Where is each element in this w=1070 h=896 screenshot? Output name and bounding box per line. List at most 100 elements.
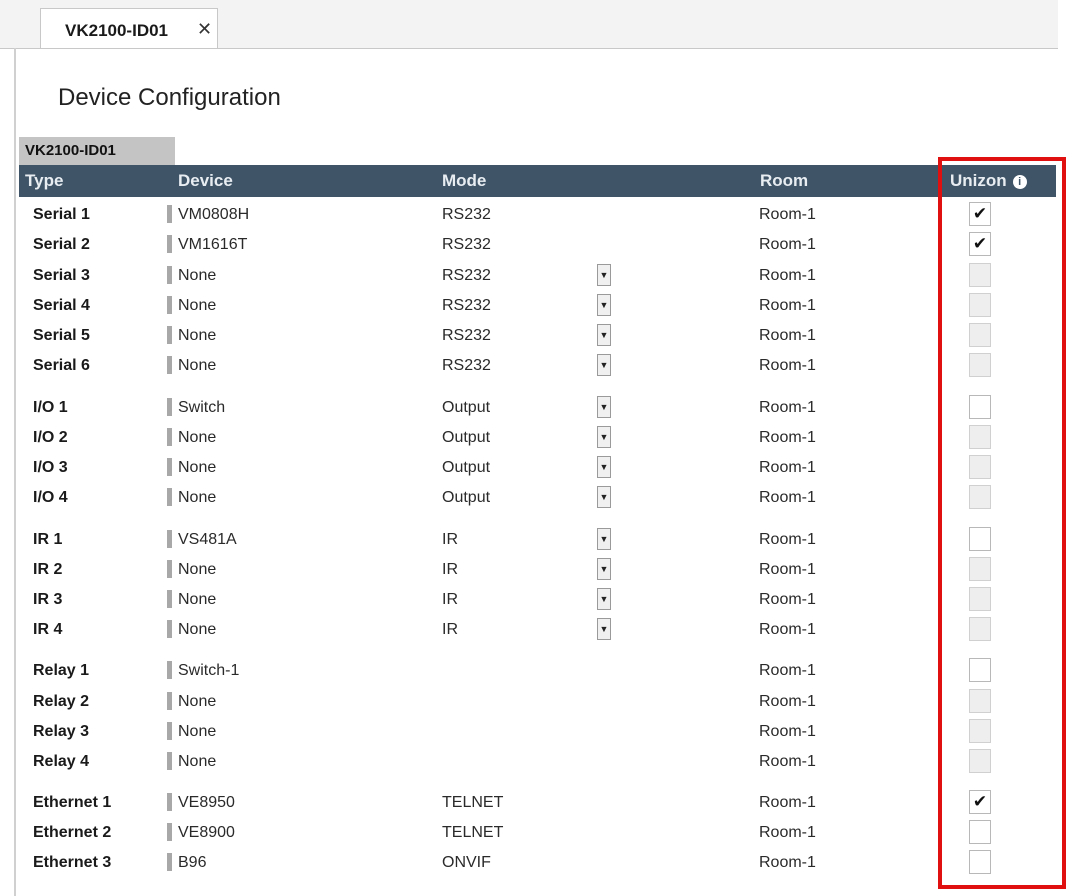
- mode-dropdown-arrow-icon[interactable]: ▼: [597, 396, 611, 418]
- unizon-checkbox[interactable]: [969, 658, 991, 682]
- mode-value[interactable]: RS232: [442, 236, 491, 254]
- device-name[interactable]: None: [178, 693, 216, 711]
- room-value[interactable]: Room-1: [759, 236, 816, 254]
- room-value[interactable]: Room-1: [759, 662, 816, 680]
- mode-value[interactable]: RS232: [442, 206, 491, 224]
- unizon-checkbox[interactable]: [969, 850, 991, 874]
- device-name[interactable]: VE8950: [178, 794, 235, 812]
- room-value[interactable]: Room-1: [759, 854, 816, 872]
- mode-dropdown-arrow-icon[interactable]: ▼: [597, 588, 611, 610]
- tab-vk2100-id01[interactable]: VK2100-ID01 ✕: [40, 8, 218, 48]
- device-name[interactable]: None: [178, 723, 216, 741]
- room-value[interactable]: Room-1: [759, 327, 816, 345]
- mode-dropdown-arrow-icon[interactable]: ▼: [597, 426, 611, 448]
- device-name[interactable]: None: [178, 561, 216, 579]
- column-header-mode: Mode: [442, 171, 487, 190]
- mode-value[interactable]: IR: [442, 621, 458, 639]
- mode-dropdown-arrow-icon[interactable]: ▼: [597, 264, 611, 286]
- port-type: I/O 3: [33, 459, 68, 476]
- mode-value[interactable]: IR: [442, 531, 458, 549]
- device-name[interactable]: VM1616T: [178, 236, 247, 254]
- mode-dropdown-arrow-icon[interactable]: ▼: [597, 528, 611, 550]
- device-marker: [167, 793, 172, 811]
- device-marker: [167, 266, 172, 284]
- device-name[interactable]: None: [178, 267, 216, 285]
- device-name[interactable]: None: [178, 459, 216, 477]
- info-icon[interactable]: i: [1012, 175, 1027, 189]
- room-value[interactable]: Room-1: [759, 723, 816, 741]
- device-name[interactable]: Switch-1: [178, 662, 239, 680]
- mode-value[interactable]: IR: [442, 591, 458, 609]
- unizon-checkbox[interactable]: [969, 395, 991, 419]
- table-row: Relay 4 None Room-1: [19, 748, 1019, 778]
- table-row: Relay 2 None Room-1: [19, 688, 1019, 718]
- mode-value[interactable]: Output: [442, 399, 490, 417]
- mode-value[interactable]: RS232: [442, 327, 491, 345]
- mode-value[interactable]: IR: [442, 561, 458, 579]
- mode-value[interactable]: Output: [442, 429, 490, 447]
- device-name[interactable]: None: [178, 591, 216, 609]
- mode-value[interactable]: RS232: [442, 267, 491, 285]
- room-value[interactable]: Room-1: [759, 429, 816, 447]
- room-value[interactable]: Room-1: [759, 399, 816, 417]
- mode-dropdown-arrow-icon[interactable]: ▼: [597, 456, 611, 478]
- device-name[interactable]: None: [178, 621, 216, 639]
- room-value[interactable]: Room-1: [759, 794, 816, 812]
- mode-dropdown-arrow-icon[interactable]: ▼: [597, 324, 611, 346]
- port-type: Serial 5: [33, 327, 90, 344]
- mode-value[interactable]: ONVIF: [442, 854, 491, 872]
- device-marker: [167, 235, 172, 253]
- unizon-checkbox: [969, 323, 991, 347]
- table-row: I/O 1 Switch Output ▼ Room-1: [19, 394, 1019, 424]
- room-value[interactable]: Room-1: [759, 621, 816, 639]
- mode-value[interactable]: TELNET: [442, 824, 503, 842]
- room-value[interactable]: Room-1: [759, 561, 816, 579]
- room-value[interactable]: Room-1: [759, 753, 816, 771]
- device-name[interactable]: None: [178, 429, 216, 447]
- room-value[interactable]: Room-1: [759, 591, 816, 609]
- mode-dropdown-arrow-icon[interactable]: ▼: [597, 618, 611, 640]
- room-value[interactable]: Room-1: [759, 297, 816, 315]
- device-name[interactable]: VS481A: [178, 531, 237, 549]
- room-value[interactable]: Room-1: [759, 824, 816, 842]
- device-name[interactable]: None: [178, 489, 216, 507]
- mode-value[interactable]: TELNET: [442, 794, 503, 812]
- table-row: I/O 3 None Output ▼ Room-1: [19, 454, 1019, 484]
- unizon-checkbox: [969, 263, 991, 287]
- device-marker: [167, 398, 172, 416]
- unizon-checkbox[interactable]: ✔: [969, 790, 991, 814]
- mode-value[interactable]: RS232: [442, 357, 491, 375]
- column-header-device: Device: [178, 171, 233, 190]
- device-name[interactable]: None: [178, 327, 216, 345]
- device-name[interactable]: B96: [178, 854, 206, 872]
- room-value[interactable]: Room-1: [759, 357, 816, 375]
- mode-value[interactable]: Output: [442, 489, 490, 507]
- device-name[interactable]: None: [178, 753, 216, 771]
- unizon-checkbox[interactable]: ✔: [969, 232, 991, 256]
- table-row: Serial 5 None RS232 ▼ Room-1: [19, 322, 1019, 352]
- room-value[interactable]: Room-1: [759, 693, 816, 711]
- device-name[interactable]: VM0808H: [178, 206, 249, 224]
- room-value[interactable]: Room-1: [759, 489, 816, 507]
- room-value[interactable]: Room-1: [759, 206, 816, 224]
- mode-dropdown-arrow-icon[interactable]: ▼: [597, 354, 611, 376]
- mode-dropdown-arrow-icon[interactable]: ▼: [597, 558, 611, 580]
- device-name[interactable]: None: [178, 297, 216, 315]
- column-header-type: Type: [25, 171, 64, 190]
- port-type: IR 3: [33, 591, 63, 608]
- mode-dropdown-arrow-icon[interactable]: ▼: [597, 294, 611, 316]
- close-icon[interactable]: ✕: [197, 19, 212, 40]
- device-name[interactable]: VE8900: [178, 824, 235, 842]
- unizon-checkbox[interactable]: [969, 527, 991, 551]
- mode-dropdown-arrow-icon[interactable]: ▼: [597, 486, 611, 508]
- unizon-checkbox[interactable]: ✔: [969, 202, 991, 226]
- device-name[interactable]: Switch: [178, 399, 225, 417]
- mode-value[interactable]: RS232: [442, 297, 491, 315]
- column-header-unizon-label: Unizon: [950, 171, 1007, 190]
- room-value[interactable]: Room-1: [759, 267, 816, 285]
- room-value[interactable]: Room-1: [759, 459, 816, 477]
- mode-value[interactable]: Output: [442, 459, 490, 477]
- device-name[interactable]: None: [178, 357, 216, 375]
- room-value[interactable]: Room-1: [759, 531, 816, 549]
- unizon-checkbox[interactable]: [969, 820, 991, 844]
